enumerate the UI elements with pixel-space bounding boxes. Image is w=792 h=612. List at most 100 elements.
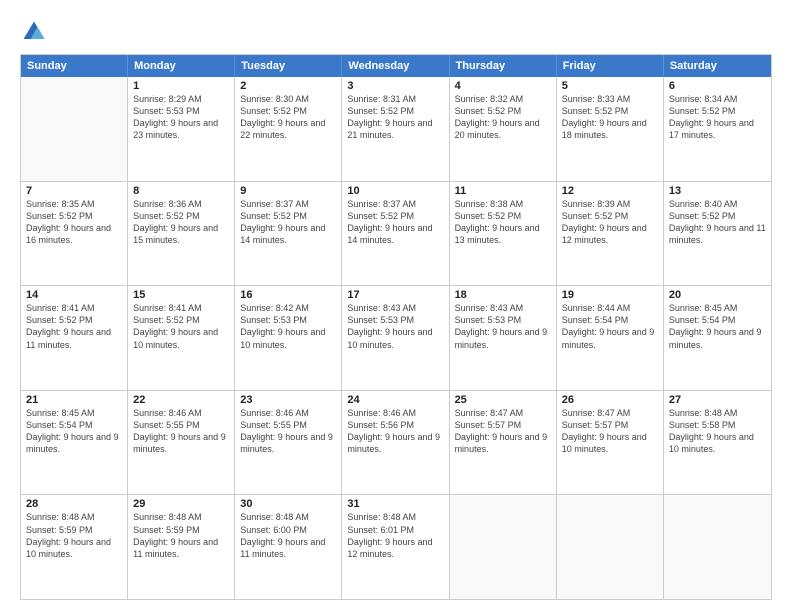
calendar-cell: 11Sunrise: 8:38 AMSunset: 5:52 PMDayligh…	[450, 182, 557, 286]
sunset-text: Sunset: 5:52 PM	[26, 210, 122, 222]
calendar-cell: 17Sunrise: 8:43 AMSunset: 5:53 PMDayligh…	[342, 286, 449, 390]
sunset-text: Sunset: 5:52 PM	[26, 314, 122, 326]
calendar-body: 1Sunrise: 8:29 AMSunset: 5:53 PMDaylight…	[21, 77, 771, 599]
weekday-header: Wednesday	[342, 55, 449, 77]
day-number: 30	[240, 498, 336, 510]
day-number: 3	[347, 80, 443, 92]
sunrise-text: Sunrise: 8:46 AM	[133, 407, 229, 419]
sunset-text: Sunset: 5:52 PM	[240, 105, 336, 117]
daylight-text: Daylight: 9 hours and 20 minutes.	[455, 117, 551, 141]
calendar-cell: 26Sunrise: 8:47 AMSunset: 5:57 PMDayligh…	[557, 391, 664, 495]
sunrise-text: Sunrise: 8:35 AM	[26, 198, 122, 210]
calendar-cell: 28Sunrise: 8:48 AMSunset: 5:59 PMDayligh…	[21, 495, 128, 599]
daylight-text: Daylight: 9 hours and 9 minutes.	[669, 326, 766, 350]
calendar-cell: 19Sunrise: 8:44 AMSunset: 5:54 PMDayligh…	[557, 286, 664, 390]
sunrise-text: Sunrise: 8:48 AM	[26, 511, 122, 523]
day-number: 11	[455, 185, 551, 197]
sunrise-text: Sunrise: 8:46 AM	[347, 407, 443, 419]
sunset-text: Sunset: 5:52 PM	[133, 210, 229, 222]
sunrise-text: Sunrise: 8:47 AM	[562, 407, 658, 419]
page: SundayMondayTuesdayWednesdayThursdayFrid…	[0, 0, 792, 612]
sunrise-text: Sunrise: 8:40 AM	[669, 198, 766, 210]
calendar-cell: 12Sunrise: 8:39 AMSunset: 5:52 PMDayligh…	[557, 182, 664, 286]
day-number: 25	[455, 394, 551, 406]
calendar-cell: 15Sunrise: 8:41 AMSunset: 5:52 PMDayligh…	[128, 286, 235, 390]
calendar-cell: 1Sunrise: 8:29 AMSunset: 5:53 PMDaylight…	[128, 77, 235, 181]
weekday-header: Thursday	[450, 55, 557, 77]
sunrise-text: Sunrise: 8:45 AM	[669, 302, 766, 314]
sunrise-text: Sunrise: 8:30 AM	[240, 93, 336, 105]
calendar-cell	[664, 495, 771, 599]
sunset-text: Sunset: 5:53 PM	[133, 105, 229, 117]
calendar-cell: 25Sunrise: 8:47 AMSunset: 5:57 PMDayligh…	[450, 391, 557, 495]
sunset-text: Sunset: 5:53 PM	[455, 314, 551, 326]
calendar-cell: 4Sunrise: 8:32 AMSunset: 5:52 PMDaylight…	[450, 77, 557, 181]
calendar: SundayMondayTuesdayWednesdayThursdayFrid…	[20, 54, 772, 600]
day-number: 1	[133, 80, 229, 92]
daylight-text: Daylight: 9 hours and 14 minutes.	[347, 222, 443, 246]
sunset-text: Sunset: 5:59 PM	[133, 524, 229, 536]
calendar-cell: 21Sunrise: 8:45 AMSunset: 5:54 PMDayligh…	[21, 391, 128, 495]
calendar-cell: 30Sunrise: 8:48 AMSunset: 6:00 PMDayligh…	[235, 495, 342, 599]
sunset-text: Sunset: 5:52 PM	[562, 105, 658, 117]
sunset-text: Sunset: 5:54 PM	[562, 314, 658, 326]
day-number: 24	[347, 394, 443, 406]
sunset-text: Sunset: 5:52 PM	[240, 210, 336, 222]
calendar-cell: 13Sunrise: 8:40 AMSunset: 5:52 PMDayligh…	[664, 182, 771, 286]
sunrise-text: Sunrise: 8:47 AM	[455, 407, 551, 419]
header	[20, 18, 772, 46]
sunrise-text: Sunrise: 8:38 AM	[455, 198, 551, 210]
sunrise-text: Sunrise: 8:48 AM	[347, 511, 443, 523]
daylight-text: Daylight: 9 hours and 9 minutes.	[26, 431, 122, 455]
calendar-row: 21Sunrise: 8:45 AMSunset: 5:54 PMDayligh…	[21, 390, 771, 495]
sunrise-text: Sunrise: 8:41 AM	[133, 302, 229, 314]
sunset-text: Sunset: 5:52 PM	[455, 210, 551, 222]
sunset-text: Sunset: 5:52 PM	[133, 314, 229, 326]
day-number: 15	[133, 289, 229, 301]
sunset-text: Sunset: 5:52 PM	[347, 210, 443, 222]
daylight-text: Daylight: 9 hours and 23 minutes.	[133, 117, 229, 141]
daylight-text: Daylight: 9 hours and 10 minutes.	[562, 431, 658, 455]
sunrise-text: Sunrise: 8:44 AM	[562, 302, 658, 314]
sunrise-text: Sunrise: 8:48 AM	[240, 511, 336, 523]
sunset-text: Sunset: 5:54 PM	[669, 314, 766, 326]
day-number: 27	[669, 394, 766, 406]
sunset-text: Sunset: 5:53 PM	[347, 314, 443, 326]
sunset-text: Sunset: 6:00 PM	[240, 524, 336, 536]
daylight-text: Daylight: 9 hours and 17 minutes.	[669, 117, 766, 141]
day-number: 23	[240, 394, 336, 406]
sunrise-text: Sunrise: 8:36 AM	[133, 198, 229, 210]
calendar-cell: 7Sunrise: 8:35 AMSunset: 5:52 PMDaylight…	[21, 182, 128, 286]
calendar-cell: 23Sunrise: 8:46 AMSunset: 5:55 PMDayligh…	[235, 391, 342, 495]
calendar-cell: 22Sunrise: 8:46 AMSunset: 5:55 PMDayligh…	[128, 391, 235, 495]
sunrise-text: Sunrise: 8:42 AM	[240, 302, 336, 314]
weekday-header: Tuesday	[235, 55, 342, 77]
daylight-text: Daylight: 9 hours and 9 minutes.	[240, 431, 336, 455]
sunrise-text: Sunrise: 8:33 AM	[562, 93, 658, 105]
sunset-text: Sunset: 5:56 PM	[347, 419, 443, 431]
day-number: 22	[133, 394, 229, 406]
day-number: 9	[240, 185, 336, 197]
sunrise-text: Sunrise: 8:29 AM	[133, 93, 229, 105]
daylight-text: Daylight: 9 hours and 9 minutes.	[133, 431, 229, 455]
sunset-text: Sunset: 5:52 PM	[455, 105, 551, 117]
day-number: 2	[240, 80, 336, 92]
day-number: 14	[26, 289, 122, 301]
calendar-cell: 8Sunrise: 8:36 AMSunset: 5:52 PMDaylight…	[128, 182, 235, 286]
daylight-text: Daylight: 9 hours and 10 minutes.	[240, 326, 336, 350]
calendar-cell	[450, 495, 557, 599]
calendar-cell: 5Sunrise: 8:33 AMSunset: 5:52 PMDaylight…	[557, 77, 664, 181]
daylight-text: Daylight: 9 hours and 12 minutes.	[347, 536, 443, 560]
sunset-text: Sunset: 6:01 PM	[347, 524, 443, 536]
calendar-cell	[557, 495, 664, 599]
sunset-text: Sunset: 5:55 PM	[133, 419, 229, 431]
daylight-text: Daylight: 9 hours and 10 minutes.	[669, 431, 766, 455]
sunrise-text: Sunrise: 8:43 AM	[455, 302, 551, 314]
sunset-text: Sunset: 5:52 PM	[669, 210, 766, 222]
sunset-text: Sunset: 5:55 PM	[240, 419, 336, 431]
calendar-cell: 18Sunrise: 8:43 AMSunset: 5:53 PMDayligh…	[450, 286, 557, 390]
logo	[20, 18, 52, 46]
sunrise-text: Sunrise: 8:34 AM	[669, 93, 766, 105]
calendar-cell: 3Sunrise: 8:31 AMSunset: 5:52 PMDaylight…	[342, 77, 449, 181]
day-number: 28	[26, 498, 122, 510]
